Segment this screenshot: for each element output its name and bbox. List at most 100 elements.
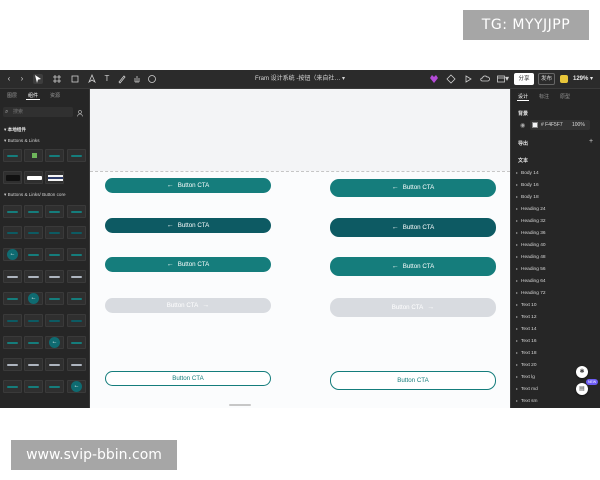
component-thumbnail[interactable] [3,380,22,393]
component-thumbnail[interactable] [67,314,86,327]
component-thumbnail[interactable] [3,314,22,327]
zoom-level[interactable]: 129% ▾ [573,70,593,88]
button-cta-disabled-large[interactable]: Button CTA → [330,298,496,317]
text-style-item[interactable]: ▸ Text 16 [516,338,536,344]
component-thumbnail[interactable]: ← [45,336,64,349]
text-style-item[interactable]: ▸ Text lg [516,374,535,380]
tab-layers[interactable]: 图层 [7,92,17,99]
component-thumbnail[interactable] [45,205,64,218]
component-thumbnail[interactable] [24,171,43,184]
component-thumbnail[interactable] [24,205,43,218]
pen-tool-icon[interactable] [87,73,97,84]
text-style-item[interactable]: ▸ Text md [516,386,538,392]
pencil-tool-icon[interactable] [117,74,127,84]
group-button-core[interactable]: ▾ Buttons & Links/ Button core [4,192,66,198]
text-style-item[interactable]: ▸ Text 14 [516,326,536,332]
component-thumbnail[interactable] [67,270,86,283]
team-library-icon[interactable] [77,109,85,117]
text-style-item[interactable]: ▸ Heading 48 [516,254,546,260]
component-thumbnail[interactable] [24,336,43,349]
text-style-item[interactable]: ▸ Text 12 [516,314,536,320]
component-thumbnail[interactable] [3,226,22,239]
search-box[interactable]: ⌕ [3,107,73,117]
tab-prototype[interactable]: 原型 [560,93,570,100]
text-style-item[interactable]: ▸ Heading 56 [516,266,546,272]
component-thumbnail[interactable] [67,226,86,239]
layout-chevron-icon[interactable]: ▾ [504,74,510,84]
plugin-heart-icon[interactable] [429,74,439,84]
color-swatch[interactable] [532,122,538,128]
background-hex-value[interactable]: # F4F5F7 [541,120,563,130]
component-thumbnail[interactable] [45,149,64,162]
tab-components[interactable]: 组件 [28,92,38,99]
shape-tool-icon[interactable] [70,74,80,84]
settings-gear-icon[interactable]: ✱ [576,366,588,378]
button-cta-dark-large[interactable]: ← Button CTA [330,218,496,237]
component-thumbnail[interactable] [3,336,22,349]
component-thumbnail[interactable] [67,336,86,349]
group-buttons-links[interactable]: ▾ Buttons & Links [4,138,40,144]
component-thumbnail[interactable]: ← [3,248,22,261]
comment-tool-icon[interactable] [147,74,157,84]
share-button[interactable]: 分享 [514,73,534,85]
component-thumbnail[interactable] [45,358,64,371]
text-style-item[interactable]: ▸ Text 20 [516,362,536,368]
button-cta-outline-large[interactable]: Button CTA [330,371,496,390]
component-thumbnail[interactable] [24,358,43,371]
forward-chevron-icon[interactable]: › [17,74,27,84]
cloud-icon[interactable] [480,74,490,84]
component-thumbnail[interactable] [24,314,43,327]
play-icon[interactable] [463,74,473,84]
document-title[interactable]: Fram 设计系统 -按钮（来自社… ▾ [240,70,360,88]
clipboard-icon[interactable]: ▤ [576,383,588,395]
component-thumbnail[interactable] [45,314,64,327]
component-thumbnail[interactable] [45,270,64,283]
component-icon[interactable] [446,74,456,84]
search-input[interactable] [13,108,69,116]
component-thumbnail[interactable] [45,226,64,239]
component-thumbnail[interactable]: ← [67,380,86,393]
frame-tool-icon[interactable] [52,74,62,84]
component-thumbnail[interactable] [3,270,22,283]
tab-design[interactable]: 设计 [518,93,528,100]
component-thumbnail[interactable] [24,149,43,162]
background-opacity-value[interactable]: 100% [572,120,585,130]
button-cta-dark[interactable]: ← Button CTA [105,218,271,233]
button-cta-teal[interactable]: ← Button CTA [105,178,271,193]
button-cta-teal-alt[interactable]: ← Button CTA [105,257,271,272]
button-cta-disabled[interactable]: Button CTA → [105,298,271,313]
component-thumbnail[interactable] [45,380,64,393]
component-thumbnail[interactable] [3,149,22,162]
text-style-item[interactable]: ▸ Heading 36 [516,230,546,236]
tab-annotate[interactable]: 标注 [539,93,549,100]
component-thumbnail[interactable] [45,171,64,184]
text-style-item[interactable]: ▸ Text 10 [516,302,536,308]
hand-tool-icon[interactable] [132,74,142,84]
button-cta-outline[interactable]: Button CTA [105,371,271,386]
text-style-item[interactable]: ▸ Body 18 [516,194,539,200]
text-style-item[interactable]: ▸ Heading 32 [516,218,546,224]
move-tool-icon[interactable] [33,74,43,84]
text-style-item[interactable]: ▸ Text 18 [516,350,536,356]
component-thumbnail[interactable] [3,205,22,218]
component-thumbnail[interactable] [3,171,22,184]
component-thumbnail[interactable] [45,292,64,305]
component-thumbnail[interactable] [67,358,86,371]
component-thumbnail[interactable] [67,292,86,305]
component-thumbnail[interactable] [3,358,22,371]
component-thumbnail[interactable] [24,380,43,393]
publish-button[interactable]: 发布 [538,73,555,85]
component-thumbnail[interactable] [67,149,86,162]
text-style-item[interactable]: ▸ Heading 64 [516,278,546,284]
text-tool-icon[interactable]: T [102,74,112,84]
component-thumbnail[interactable]: ← [24,292,43,305]
component-thumbnail[interactable] [24,248,43,261]
component-thumbnail[interactable] [67,205,86,218]
text-style-item[interactable]: ▸ Heading 40 [516,242,546,248]
section-local-components[interactable]: ▾ 本地组件 [4,127,26,133]
design-canvas[interactable]: ← Button CTA ← Button CTA ← Button CTA Butt… [90,89,510,408]
background-color-field[interactable]: # F4F5F7 100% [530,120,590,130]
text-style-item[interactable]: ▸ Body 14 [516,170,539,176]
component-thumbnail[interactable] [24,226,43,239]
component-thumbnail[interactable] [3,292,22,305]
